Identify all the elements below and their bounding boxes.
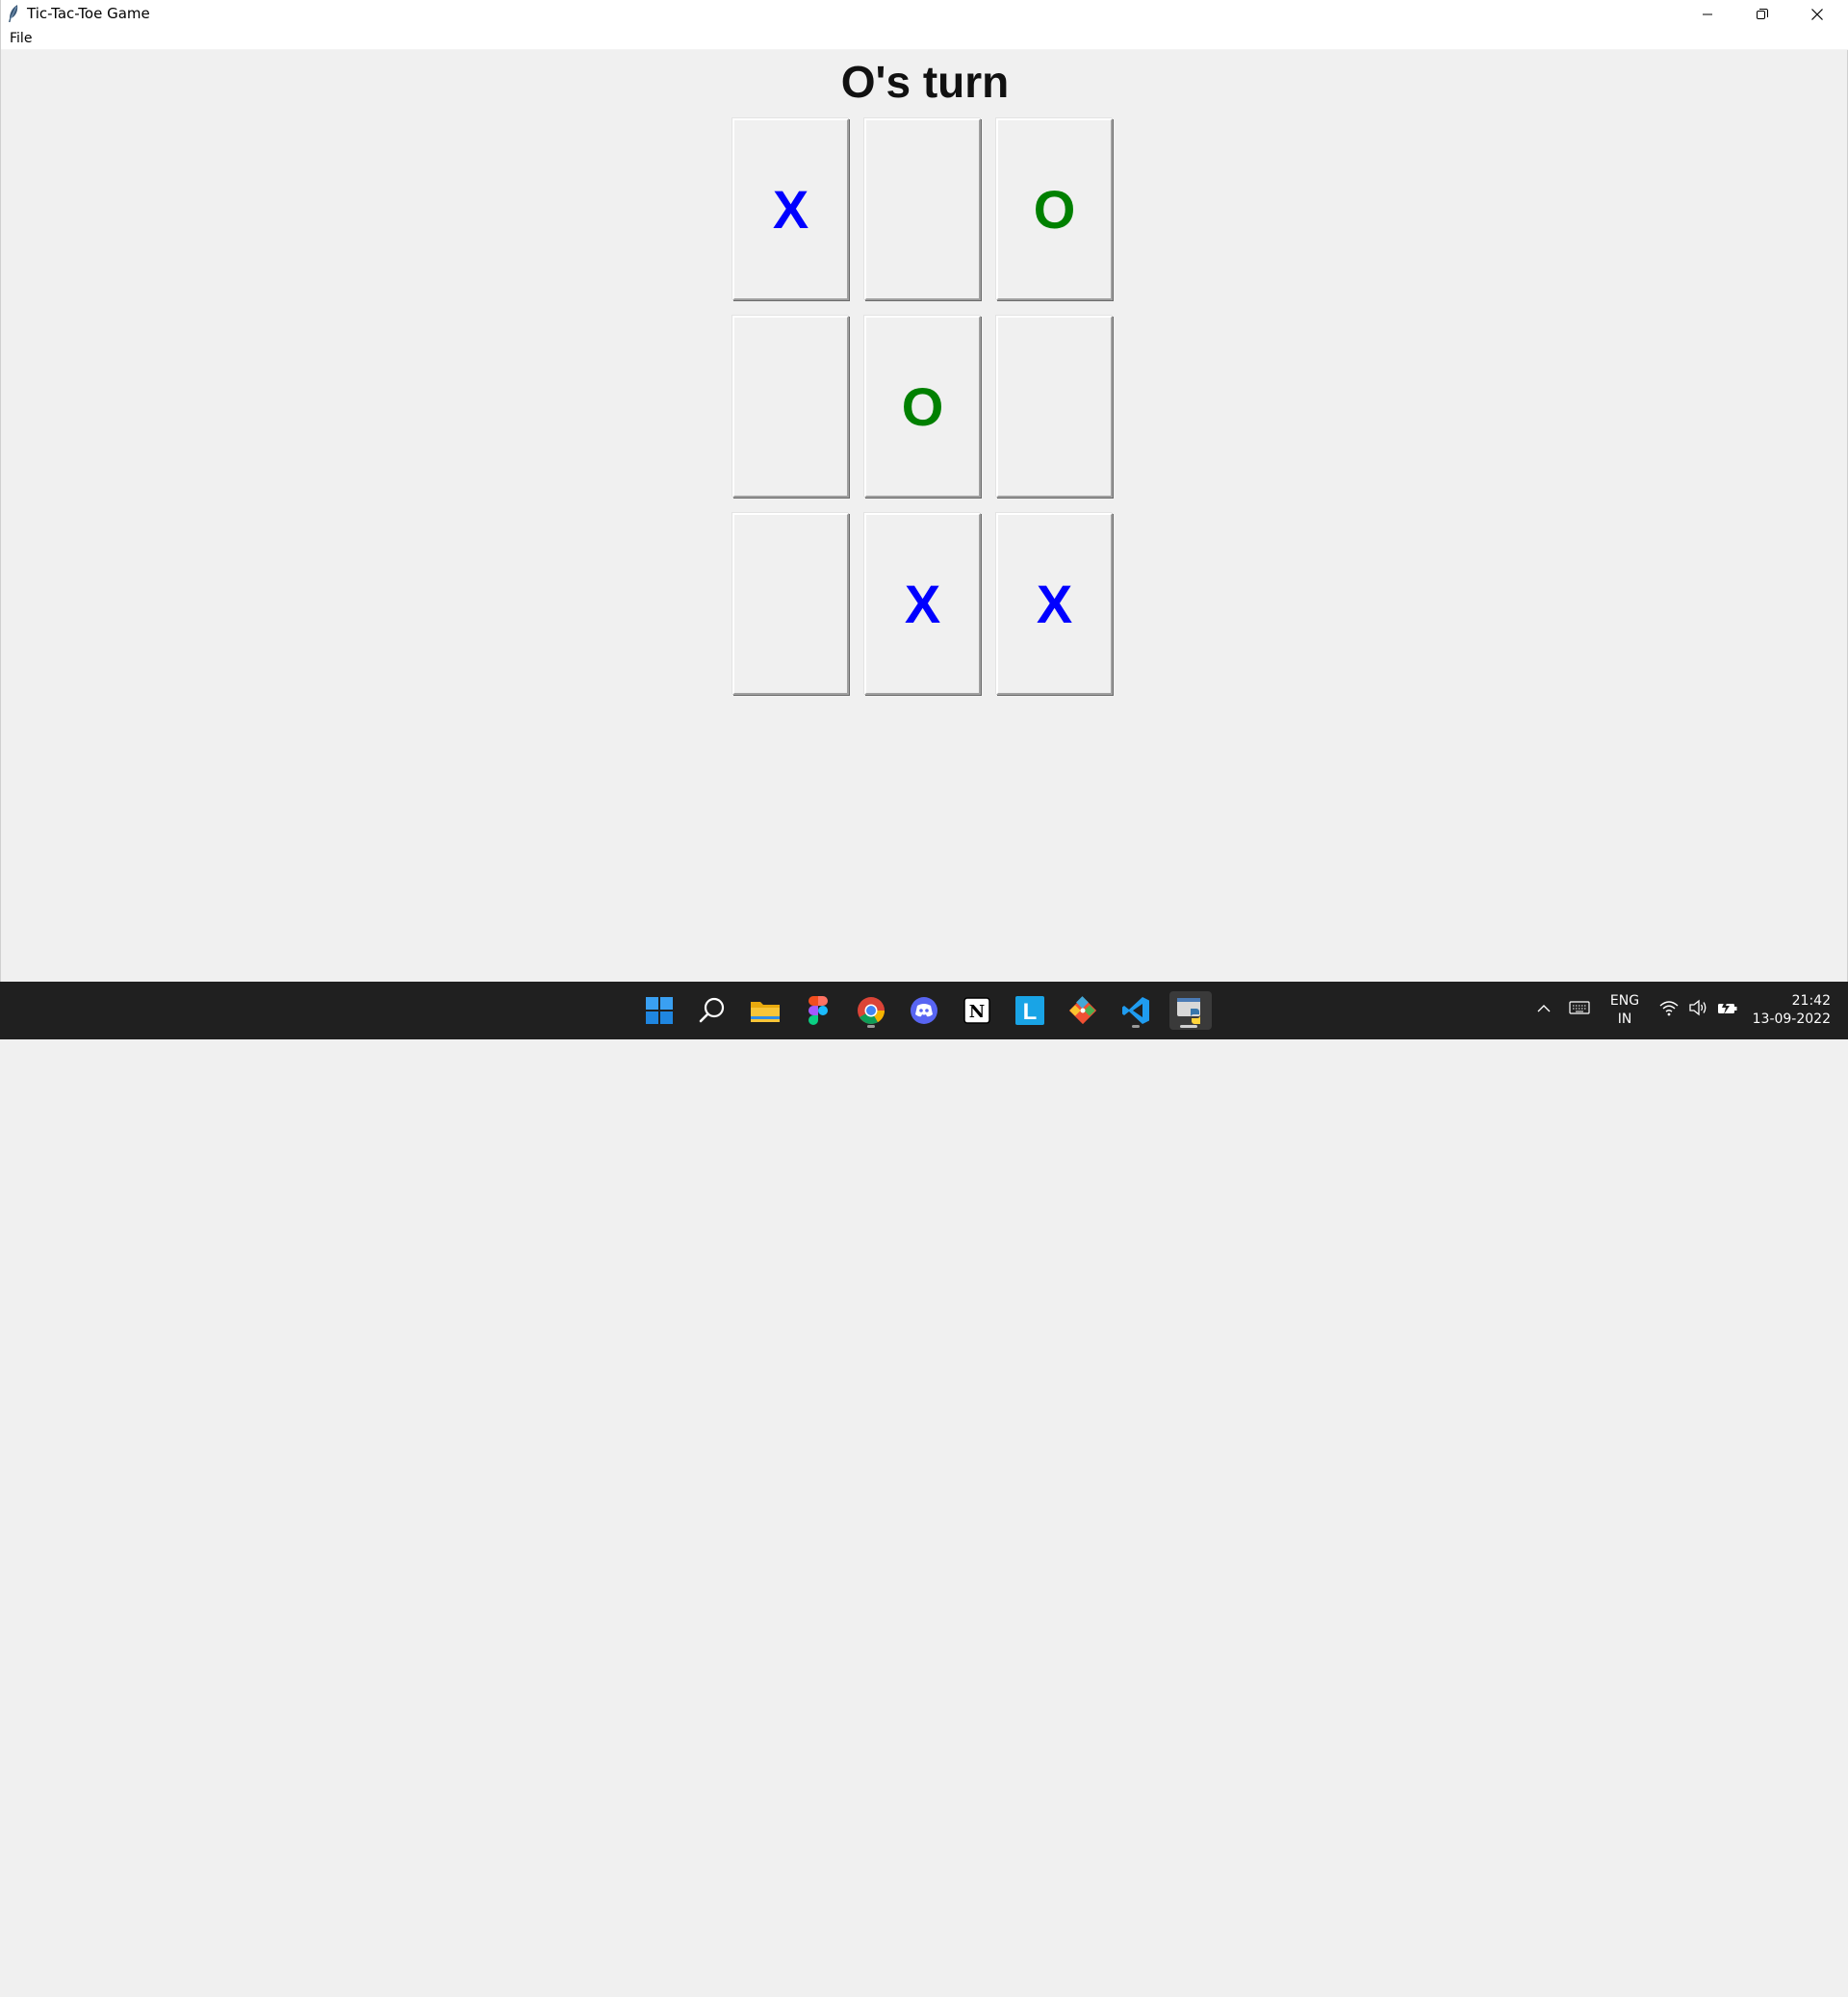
discord-icon xyxy=(911,997,937,1024)
cell-r2-c1[interactable] xyxy=(732,316,849,498)
clock[interactable]: 21:42 13-09-2022 xyxy=(1750,992,1831,1029)
l-app-button[interactable]: L xyxy=(1011,991,1049,1030)
cell-r2-c3[interactable] xyxy=(996,316,1113,498)
chrome-button[interactable] xyxy=(852,991,890,1030)
svg-text:L: L xyxy=(1023,999,1038,1025)
git-icon xyxy=(1068,996,1097,1025)
wifi-icon xyxy=(1659,1001,1679,1016)
minimize-icon xyxy=(1703,13,1712,14)
feather-icon xyxy=(9,5,18,22)
vscode-icon xyxy=(1122,997,1149,1024)
active-indicator xyxy=(1180,1025,1197,1028)
window-title: Tic-Tac-Toe Game xyxy=(27,5,150,22)
cell-r1-c2[interactable] xyxy=(864,118,981,300)
figma-icon xyxy=(808,996,828,1025)
clock-date: 13-09-2022 xyxy=(1752,1011,1831,1027)
quick-settings-button[interactable] xyxy=(1659,999,1738,1016)
restore-icon xyxy=(1757,8,1768,19)
minimize-button[interactable] xyxy=(1680,0,1735,28)
python-icon xyxy=(1177,998,1200,1024)
language-code: ENG xyxy=(1609,993,1640,1009)
l-app-icon: L xyxy=(1015,996,1044,1025)
notion-button[interactable]: N xyxy=(958,991,996,1030)
show-hidden-icons-button[interactable] xyxy=(1536,1001,1552,1018)
language-indicator[interactable]: ENG IN xyxy=(1604,992,1646,1029)
clock-time: 21:42 xyxy=(1791,993,1831,1009)
cell-r1-c3[interactable]: O xyxy=(996,118,1113,300)
close-button[interactable] xyxy=(1789,0,1845,28)
cell-r3-c3[interactable]: X xyxy=(996,513,1113,695)
cell-r2-c2[interactable]: O xyxy=(864,316,981,498)
cell-r3-c2[interactable]: X xyxy=(864,513,981,695)
restore-button[interactable] xyxy=(1734,0,1790,28)
cell-r3-c1[interactable] xyxy=(732,513,849,695)
running-indicator xyxy=(867,1025,875,1028)
notion-icon: N xyxy=(963,997,990,1024)
menu-bar: File xyxy=(1,28,1848,50)
figma-button[interactable] xyxy=(799,991,837,1030)
windows-start-button[interactable] xyxy=(640,991,679,1030)
turn-status-label: O's turn xyxy=(840,57,1010,107)
python-app-button[interactable] xyxy=(1169,991,1212,1030)
svg-text:N: N xyxy=(969,1002,985,1022)
title-bar[interactable]: Tic-Tac-Toe Game xyxy=(1,0,1848,28)
menu-file[interactable]: File xyxy=(10,31,32,46)
search-button[interactable] xyxy=(693,991,732,1030)
app-window: Tic-Tac-Toe Game File O's turn X O O X X xyxy=(0,0,1848,982)
cell-r1-c1[interactable]: X xyxy=(732,118,849,300)
volume-icon xyxy=(1689,999,1707,1016)
keyboard-icon xyxy=(1569,1001,1590,1014)
chevron-up-icon[interactable] xyxy=(1538,1985,1553,1997)
search-icon xyxy=(699,997,725,1023)
chevron-up-icon xyxy=(1537,1005,1551,1012)
battery-icon xyxy=(1718,1001,1737,1014)
close-icon xyxy=(1811,8,1823,20)
vscode-button[interactable] xyxy=(1116,991,1155,1030)
chrome-icon xyxy=(858,997,885,1024)
running-indicator xyxy=(1132,1025,1140,1028)
git-button[interactable] xyxy=(1064,991,1102,1030)
windows-start-icon xyxy=(646,997,673,1024)
touch-keyboard-button[interactable] xyxy=(1569,1000,1590,1020)
discord-button[interactable] xyxy=(905,991,943,1030)
region-code: IN xyxy=(1617,1011,1632,1027)
file-explorer-button[interactable] xyxy=(746,991,784,1030)
file-explorer-icon xyxy=(751,1002,780,1022)
taskbar: N L ENG IN 21:42 13-09-2022 xyxy=(0,982,1848,1039)
game-board: X O O X X xyxy=(732,118,1117,698)
